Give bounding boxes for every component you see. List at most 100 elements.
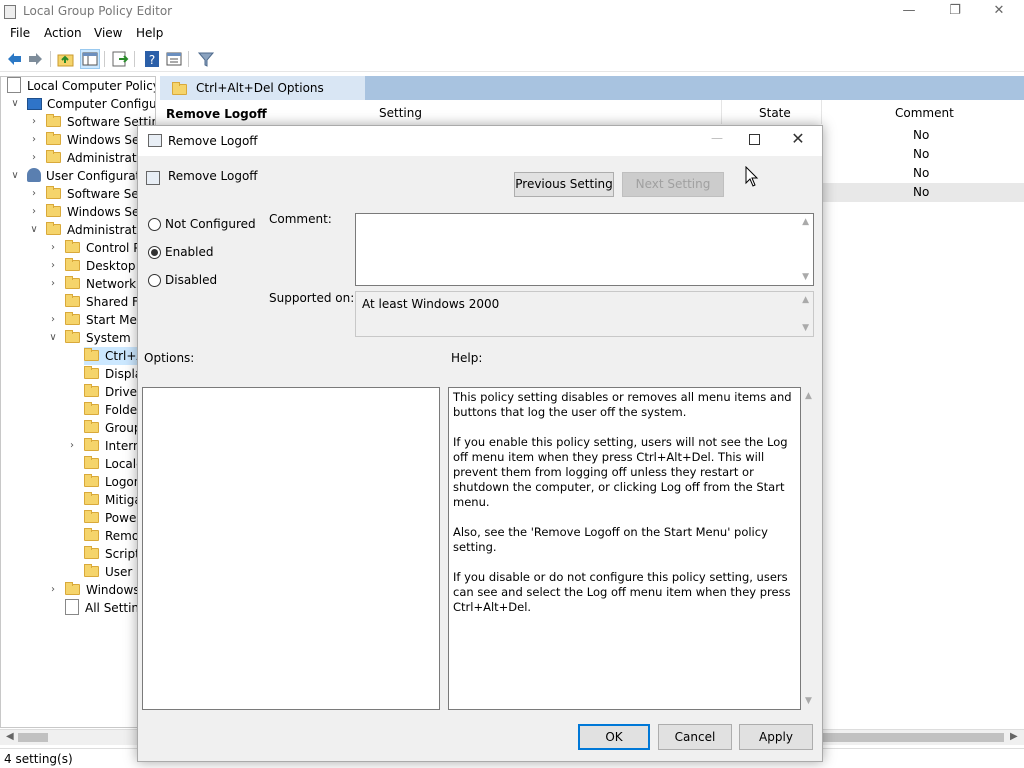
tree-item[interactable]: Mitigat (1, 491, 155, 509)
scroll-up-icon[interactable]: ▲ (802, 217, 809, 227)
forward-icon[interactable] (26, 49, 46, 69)
tree-item[interactable]: › Start Menu (1, 311, 155, 329)
tree-item-content[interactable]: Locale (84, 455, 143, 473)
scroll-up-icon[interactable]: ▲ (805, 391, 812, 401)
chevron-right-icon[interactable]: › (47, 275, 59, 293)
tree-item[interactable]: › Desktop (1, 257, 155, 275)
comment-field[interactable]: ▲ ▼ (355, 213, 814, 286)
chevron-right-icon[interactable]: › (47, 581, 59, 599)
tree-item[interactable]: All Setting (1, 599, 155, 617)
scroll-down-icon[interactable]: ▼ (802, 272, 809, 282)
help-scrollbar[interactable]: ▲ ▼ (801, 387, 818, 710)
column-comment[interactable]: Comment (895, 106, 954, 120)
radio-enabled-circle[interactable] (148, 246, 161, 259)
tree-item[interactable]: ›Software Settings (1, 113, 155, 131)
tree-item-content[interactable]: Folder (84, 401, 142, 419)
minimize-button[interactable]: — (886, 0, 932, 24)
menu-view[interactable]: View (94, 26, 122, 40)
tree-item-content[interactable]: Software Setti (46, 185, 151, 203)
scroll-left-icon[interactable]: ◀ (6, 731, 14, 742)
chevron-right-icon[interactable]: › (47, 239, 59, 257)
tree-item[interactable]: User Pr (1, 563, 155, 581)
tree-item[interactable]: ∨ Computer Configura (1, 95, 155, 113)
tree-item[interactable]: ∨ User Configuratio (1, 167, 155, 185)
tree-item[interactable]: › Windows Setti (1, 203, 155, 221)
scroll-thumb-right[interactable] (822, 733, 1004, 742)
properties-icon[interactable] (164, 49, 184, 69)
menu-file[interactable]: File (10, 26, 30, 40)
next-setting-button[interactable]: Next Setting (622, 172, 724, 197)
tree-item-content[interactable]: Group (84, 419, 142, 437)
tree-item[interactable]: › Network (1, 275, 155, 293)
scroll-down-icon[interactable]: ▼ (802, 323, 809, 333)
tree-item[interactable]: Scripts (1, 545, 155, 563)
tree-item[interactable]: › Software Setti (1, 185, 155, 203)
chevron-down-icon[interactable]: ∨ (28, 221, 40, 239)
dialog-maximize-button[interactable] (746, 131, 764, 149)
chevron-right-icon[interactable]: › (66, 437, 78, 455)
apply-button[interactable]: Apply (739, 724, 813, 750)
tree-root[interactable]: Local Computer Policy (7, 77, 155, 95)
tree-item-content[interactable]: Desktop (65, 257, 136, 275)
tree-item-content[interactable]: User Configuratio (27, 167, 151, 185)
tree-item[interactable]: Locale (1, 455, 155, 473)
tree-item-content[interactable]: Control Pa (65, 239, 147, 257)
ok-button[interactable]: OK (578, 724, 650, 750)
tree-item[interactable]: Folder (1, 401, 155, 419)
menu-action[interactable]: Action (44, 26, 82, 40)
previous-setting-button[interactable]: Previous Setting (514, 172, 614, 197)
dialog-close-button[interactable]: ✕ (788, 129, 808, 151)
help-icon[interactable]: ? (142, 49, 162, 69)
tree-item[interactable]: Power (1, 509, 155, 527)
tree-item[interactable]: Logon (1, 473, 155, 491)
column-state[interactable]: State (759, 106, 791, 120)
column-divider[interactable] (821, 100, 822, 124)
filter-icon[interactable] (196, 49, 216, 69)
tree-item-content[interactable]: Computer Configura (27, 95, 155, 113)
tree-item-content[interactable]: Power (84, 509, 141, 527)
column-divider[interactable] (721, 100, 722, 124)
tree-item-content[interactable]: Logon (84, 473, 141, 491)
tree-item[interactable]: Display (1, 365, 155, 383)
tree-item-content[interactable]: System (65, 329, 131, 347)
tree-item[interactable]: Remov (1, 527, 155, 545)
restore-button[interactable]: ❐ (932, 0, 978, 24)
chevron-right-icon[interactable]: › (28, 113, 40, 131)
chevron-right-icon[interactable]: › (28, 203, 40, 221)
tree-item-content[interactable]: Network (65, 275, 136, 293)
tree-item[interactable]: › Windows C (1, 581, 155, 599)
chevron-right-icon[interactable]: › (28, 149, 40, 167)
show-hide-tree-icon[interactable] (80, 49, 100, 69)
export-list-icon[interactable] (110, 49, 130, 69)
tree-item[interactable]: Driver I (1, 383, 155, 401)
dialog-minimize-button[interactable]: — (702, 131, 732, 151)
cancel-button[interactable]: Cancel (658, 724, 732, 750)
back-icon[interactable] (4, 49, 24, 69)
tree-item[interactable]: Group (1, 419, 155, 437)
chevron-right-icon[interactable]: › (47, 257, 59, 275)
chevron-down-icon[interactable]: ∨ (9, 95, 21, 113)
scroll-thumb[interactable] (18, 733, 48, 742)
tree-item[interactable]: ∨ System (1, 329, 155, 347)
scroll-up-icon[interactable]: ▲ (802, 295, 809, 305)
chevron-right-icon[interactable]: › (47, 311, 59, 329)
tree-item[interactable]: › Control Pa (1, 239, 155, 257)
chevron-down-icon[interactable]: ∨ (47, 329, 59, 347)
tree-item[interactable]: Ctrl+A (1, 347, 155, 365)
tree-item[interactable]: › Interne (1, 437, 155, 455)
radio-disabled-circle[interactable] (148, 274, 161, 287)
radio-not-configured-circle[interactable] (148, 218, 161, 231)
scroll-down-icon[interactable]: ▼ (805, 696, 812, 706)
column-setting[interactable]: Setting (379, 106, 422, 120)
chevron-right-icon[interactable]: › (28, 185, 40, 203)
tree-item-content[interactable]: All Setting (65, 599, 147, 617)
up-folder-icon[interactable] (56, 49, 76, 69)
chevron-down-icon[interactable]: ∨ (9, 167, 21, 185)
tree-item[interactable]: Shared Fol (1, 293, 155, 311)
tree-item[interactable]: ∨ Administrative (1, 221, 155, 239)
tree-item[interactable]: › Windows Setti (1, 131, 155, 149)
close-button[interactable]: ✕ (976, 0, 1022, 24)
menu-help[interactable]: Help (136, 26, 163, 40)
tree-item[interactable]: › Administrative (1, 149, 155, 167)
scroll-right-icon[interactable]: ▶ (1010, 731, 1018, 742)
